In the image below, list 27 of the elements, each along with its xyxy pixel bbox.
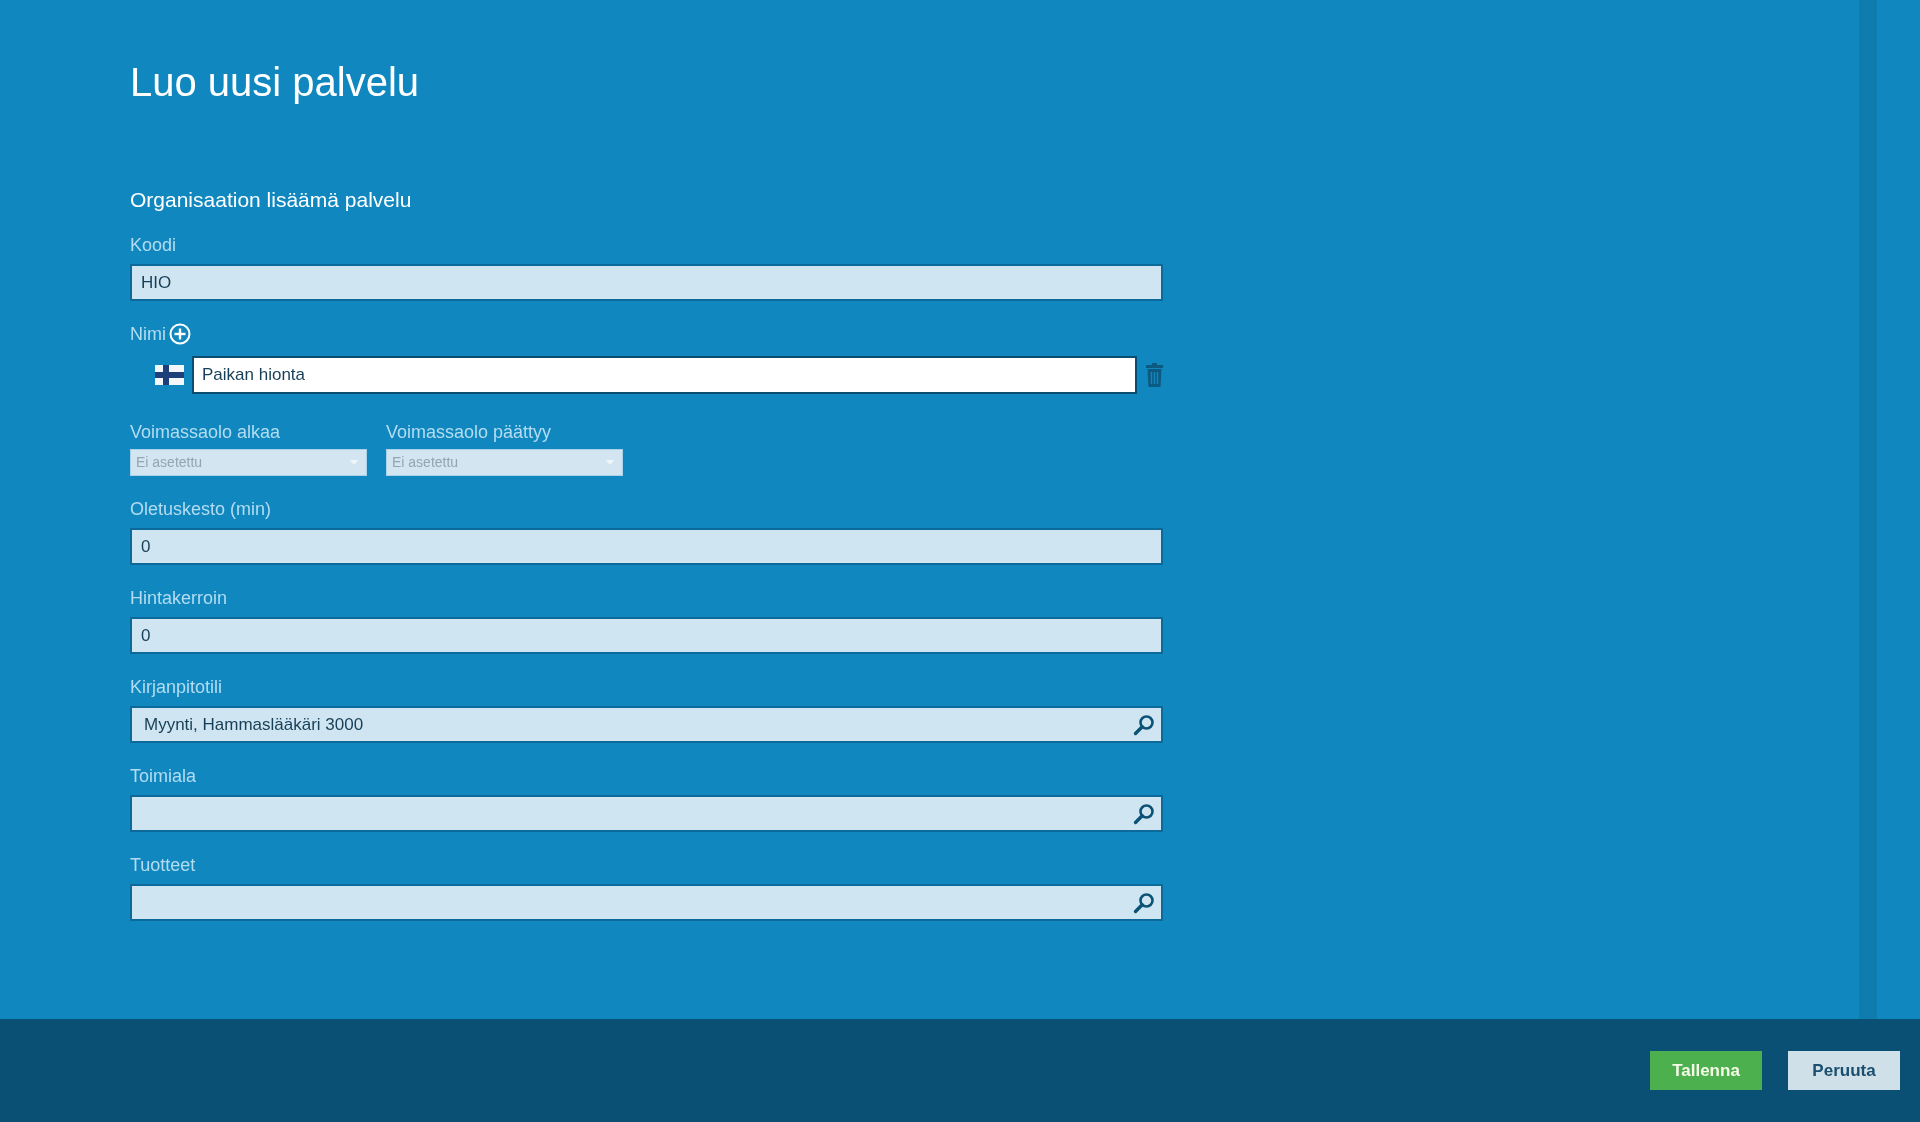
field-label: Voimassaolo päättyy: [386, 421, 552, 444]
field-label: Hintakerroin: [130, 587, 228, 610]
search-field[interactable]: [130, 884, 1163, 921]
caret-icon: [350, 460, 358, 465]
input-field[interactable]: HIO: [130, 264, 1163, 301]
field-label: Tuotteet: [130, 854, 196, 877]
search-field[interactable]: [130, 795, 1163, 832]
search-icon[interactable]: [1133, 892, 1155, 914]
page-title: Luo uusi palvelu: [130, 59, 420, 106]
field-label: Oletuskesto (min): [130, 498, 272, 521]
search-icon[interactable]: [1133, 803, 1155, 825]
field-label: Koodi: [130, 234, 177, 257]
input-field[interactable]: 0: [130, 617, 1163, 654]
search-field[interactable]: Myynti, Hammaslääkäri 3000: [130, 706, 1163, 743]
input-field[interactable]: 0: [130, 528, 1163, 565]
field-label: Toimiala: [130, 765, 197, 788]
caret-icon: [606, 460, 614, 465]
add-icon[interactable]: [169, 323, 191, 345]
search-icon[interactable]: [1133, 714, 1155, 736]
flag-icon: [155, 365, 184, 385]
input-field[interactable]: Paikan hionta: [192, 356, 1137, 394]
field-label: Kirjanpitotili: [130, 676, 223, 699]
scrollbar-track[interactable]: [1859, 0, 1877, 1019]
field-label: Voimassaolo alkaa: [130, 421, 281, 444]
field-label: Nimi: [130, 323, 166, 346]
cancel-button[interactable]: Peruuta: [1788, 1051, 1900, 1090]
section-title: Organisaation lisäämä palvelu: [130, 187, 412, 213]
